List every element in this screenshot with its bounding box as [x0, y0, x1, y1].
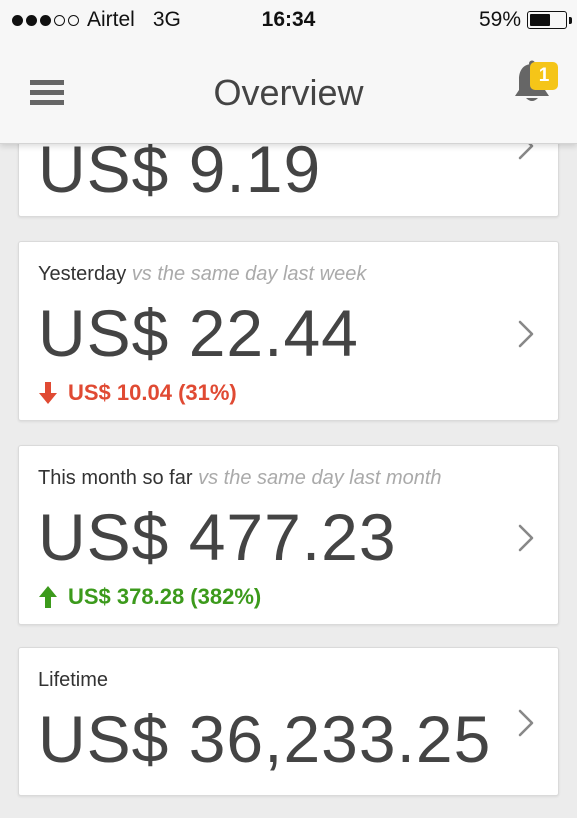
this-month-delta-text: US$ 378.28 (382%): [68, 584, 262, 609]
this-month-earnings-card[interactable]: This month so far vs the same day last m…: [18, 445, 559, 625]
notification-badge: 1: [530, 62, 558, 90]
arrow-down-icon: [39, 382, 57, 404]
yesterday-delta-text: US$ 10.04 (31%): [68, 380, 237, 405]
this-month-label: This month so far: [38, 467, 193, 489]
chevron-right-icon: [518, 524, 534, 552]
yesterday-delta: US$ 10.04 (31%): [38, 380, 237, 406]
app-bar: Overview: [0, 40, 577, 144]
this-month-comparison: vs the same day last month: [198, 467, 442, 489]
lifetime-label: Lifetime: [38, 669, 109, 691]
card-label: This month so far vs the same day last m…: [38, 467, 442, 490]
battery-percent: 59%: [478, 8, 521, 31]
battery-icon: [527, 11, 572, 29]
card-label: Yesterday vs the same day last week: [38, 263, 366, 286]
battery-tip: [569, 17, 572, 24]
yesterday-earnings-card[interactable]: Yesterday vs the same day last week US$ …: [18, 241, 559, 421]
yesterday-comparison: vs the same day last week: [131, 263, 367, 285]
lifetime-value: US$ 36,233.25: [38, 702, 492, 776]
this-month-delta: US$ 378.28 (382%): [38, 584, 261, 610]
page-title: Overview: [213, 72, 364, 113]
battery-fill: [530, 14, 551, 26]
chevron-right-icon: [518, 709, 534, 737]
status-bar: Airtel 3G 16:34 59%: [0, 0, 577, 40]
arrow-up-icon: [39, 586, 57, 608]
status-right: 59%: [478, 8, 572, 32]
yesterday-label: Yesterday: [38, 263, 127, 285]
yesterday-value: US$ 22.44: [38, 296, 359, 370]
this-month-value: US$ 477.23: [38, 500, 397, 574]
chevron-right-icon: [518, 320, 534, 348]
lifetime-earnings-card[interactable]: Lifetime US$ 36,233.25: [18, 647, 559, 796]
